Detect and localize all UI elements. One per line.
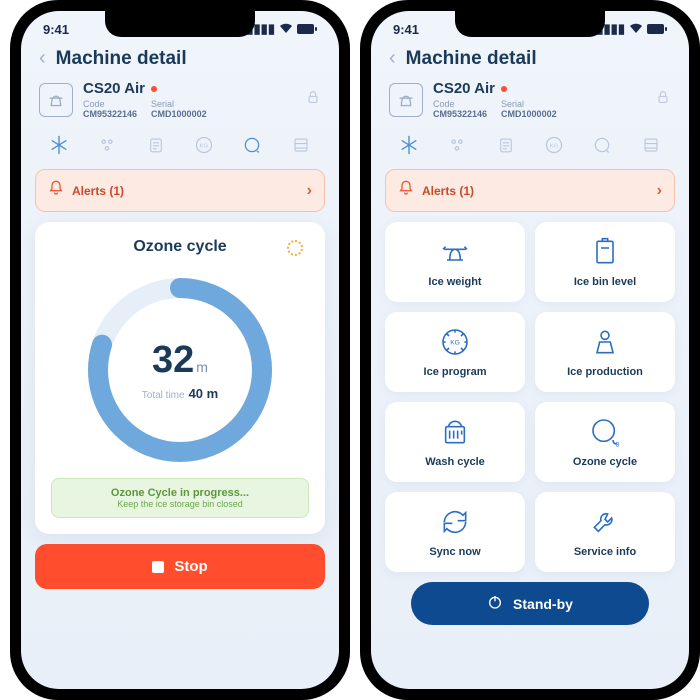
machine-name: CS20 Air (83, 80, 145, 97)
bell-icon (398, 180, 414, 201)
screen: 9:41 ▮▮▮▮ ‹ Machine detail CS20 Air Code… (21, 11, 339, 689)
spinner-icon (287, 240, 303, 256)
note-line2: Keep the ice storage bin closed (60, 499, 300, 509)
phone-right: 9:41 ▮▮▮▮ ‹ Machine detail CS20 Air Code… (360, 0, 700, 700)
lock-icon[interactable] (305, 89, 321, 110)
tile-label: Ozone cycle (573, 456, 637, 468)
tile-ozone-cycle[interactable]: 3 Ozone cycle (535, 402, 675, 482)
alerts-label: Alerts (1) (72, 184, 299, 198)
back-button[interactable]: ‹ (389, 47, 396, 70)
notch (455, 11, 605, 37)
machine-header: CS20 Air CodeCM95322146 SerialCMD1000002 (21, 80, 339, 127)
tab-row: KG (21, 127, 339, 169)
wifi-icon (279, 22, 293, 37)
standby-label: Stand-by (513, 596, 573, 612)
svg-text:KG: KG (550, 144, 559, 150)
total-unit: m (207, 386, 219, 401)
wifi-icon (629, 22, 643, 37)
serial-value: CMD1000002 (151, 109, 207, 119)
power-icon (487, 594, 503, 613)
tile-service-info[interactable]: Service info (535, 492, 675, 572)
chevron-right-icon: › (307, 182, 312, 200)
svg-text:KG: KG (450, 340, 460, 347)
tile-ice-production[interactable]: Ice production (535, 312, 675, 392)
total-label: Total time (142, 390, 185, 401)
lock-icon[interactable] (655, 89, 671, 110)
stop-label: Stop (174, 558, 207, 575)
stop-icon (152, 561, 164, 573)
header: ‹ Machine detail (21, 41, 339, 80)
machine-icon (389, 83, 423, 117)
battery-icon (297, 22, 317, 37)
clock: 9:41 (393, 22, 419, 37)
code-value: CM95322146 (433, 109, 487, 119)
ozone-card: Ozone cycle 32m Total time40 m Ozone Cyc… (35, 222, 325, 534)
tile-label: Ice weight (428, 276, 481, 288)
tab-drops[interactable] (93, 131, 121, 159)
code-label: Code (433, 99, 455, 109)
tile-label: Ice program (424, 366, 487, 378)
standby-button[interactable]: Stand-by (411, 582, 649, 625)
clock: 9:41 (43, 22, 69, 37)
page-title: Machine detail (56, 48, 187, 70)
tab-snowflake[interactable] (395, 131, 423, 159)
total-value: 40 (189, 386, 203, 401)
progress-gauge: 32m Total time40 m (80, 270, 280, 470)
tile-ice-program[interactable]: KG Ice program (385, 312, 525, 392)
machine-name: CS20 Air (433, 80, 495, 97)
serial-value: CMD1000002 (501, 109, 557, 119)
stop-button[interactable]: Stop (35, 544, 325, 589)
tab-clipboard[interactable] (142, 131, 170, 159)
back-button[interactable]: ‹ (39, 47, 46, 70)
alerts-bar[interactable]: Alerts (1) › (385, 169, 675, 212)
screen: 9:41 ▮▮▮▮ ‹ Machine detail CS20 Air Code… (371, 11, 689, 689)
code-value: CM95322146 (83, 109, 137, 119)
bell-icon (48, 180, 64, 201)
page-title: Machine detail (406, 48, 537, 70)
tab-kg[interactable]: KG (540, 131, 568, 159)
tile-ice-weight[interactable]: Ice weight (385, 222, 525, 302)
svg-text:3: 3 (616, 442, 620, 448)
tile-label: Sync now (429, 546, 480, 558)
machine-icon (39, 83, 73, 117)
gauge-unit: m (196, 359, 208, 375)
tab-grid[interactable] (637, 131, 665, 159)
tab-grid[interactable] (287, 131, 315, 159)
action-grid: Ice weight Ice bin level KG Ice program I… (371, 222, 689, 582)
tab-drops[interactable] (443, 131, 471, 159)
tab-ozone[interactable] (238, 131, 266, 159)
tile-sync-now[interactable]: Sync now (385, 492, 525, 572)
note-line1: Ozone Cycle in progress... (60, 487, 300, 499)
tab-clipboard[interactable] (492, 131, 520, 159)
serial-label: Serial (501, 99, 524, 109)
svg-text:KG: KG (200, 144, 209, 150)
status-dot (501, 86, 507, 92)
phone-left: 9:41 ▮▮▮▮ ‹ Machine detail CS20 Air Code… (10, 0, 350, 700)
tab-snowflake[interactable] (45, 131, 73, 159)
battery-icon (647, 22, 667, 37)
tile-label: Ice production (567, 366, 643, 378)
tile-label: Service info (574, 546, 636, 558)
gauge-value: 32 (152, 339, 194, 381)
tab-kg[interactable]: KG (190, 131, 218, 159)
tile-ice-bin-level[interactable]: Ice bin level (535, 222, 675, 302)
alerts-label: Alerts (1) (422, 184, 649, 198)
alerts-bar[interactable]: Alerts (1) › (35, 169, 325, 212)
tab-ozone[interactable] (588, 131, 616, 159)
progress-note: Ozone Cycle in progress... Keep the ice … (51, 478, 309, 518)
notch (105, 11, 255, 37)
tile-label: Ice bin level (574, 276, 636, 288)
tile-wash-cycle[interactable]: Wash cycle (385, 402, 525, 482)
code-label: Code (83, 99, 105, 109)
tile-label: Wash cycle (425, 456, 485, 468)
status-dot (151, 86, 157, 92)
tab-row: KG (371, 127, 689, 169)
machine-header: CS20 Air CodeCM95322146 SerialCMD1000002 (371, 80, 689, 127)
header: ‹ Machine detail (371, 41, 689, 80)
ozone-title: Ozone cycle (133, 238, 226, 255)
chevron-right-icon: › (657, 182, 662, 200)
serial-label: Serial (151, 99, 174, 109)
